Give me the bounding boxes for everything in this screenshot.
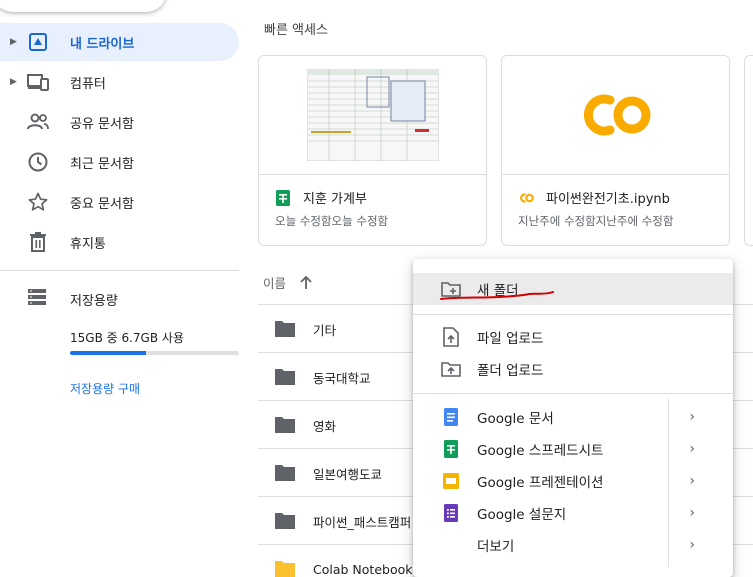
menu-item-label: Google 스프레드시트	[477, 443, 604, 459]
expand-arrow-icon[interactable]: ▶	[10, 77, 17, 87]
menu-item-google-sheets[interactable]: Google 스프레드시트 ›	[413, 433, 733, 465]
star-icon	[26, 190, 50, 214]
file-name: Colab Notebooks	[313, 561, 419, 577]
sidebar-item-starred[interactable]: 중요 문서함	[0, 183, 239, 221]
file-thumbnail	[502, 56, 729, 175]
computer-icon	[26, 70, 50, 94]
menu-item-google-docs[interactable]: Google 문서 ›	[413, 401, 733, 433]
file-thumbnail	[259, 56, 486, 175]
file-upload-icon	[441, 327, 461, 347]
sidebar-item-computers[interactable]: ▶ 컴퓨터	[0, 63, 239, 101]
file-name: 일본여행도쿄	[313, 466, 383, 482]
new-button[interactable]	[0, 0, 167, 12]
menu-item-label: 파일 업로드	[477, 331, 544, 347]
menu-item-label: 폴더 업로드	[477, 363, 544, 379]
sidebar-item-label: 휴지통	[70, 236, 106, 252]
file-name: 파이썬완전기초.ipynb	[546, 192, 670, 207]
colab-logo-icon	[583, 94, 650, 136]
storage-usage-text: 15GB 중 6.7GB 사용	[70, 331, 184, 345]
storage-icon	[27, 288, 47, 310]
sidebar-item-my-drive[interactable]: ▶ 내 드라이브	[0, 23, 239, 61]
file-name: 영화	[313, 418, 337, 434]
folder-icon	[275, 465, 295, 481]
forms-icon	[441, 503, 461, 523]
slides-icon	[441, 471, 461, 491]
chevron-right-icon: ›	[689, 409, 695, 425]
storage-label: 저장용량	[70, 293, 118, 309]
sidebar-item-label: 중요 문서함	[70, 196, 134, 212]
sidebar-item-storage[interactable]: 저장용량	[0, 283, 239, 315]
sheets-icon	[275, 189, 291, 206]
chevron-right-icon: ›	[689, 505, 695, 521]
trash-icon	[26, 230, 50, 254]
column-header-name[interactable]: 이름	[263, 273, 286, 292]
new-item-context-menu: 새 폴더 파일 업로드 폴더 업로드 Google 문서 › Google 스프…	[413, 259, 733, 577]
sidebar-item-label: 공유 문서함	[70, 116, 134, 132]
spreadsheet-thumbnail-image	[306, 69, 439, 161]
chevron-right-icon: ›	[689, 441, 695, 457]
menu-item-upload-file[interactable]: 파일 업로드	[413, 321, 733, 353]
buy-storage-link[interactable]: 저장용량 구매	[70, 380, 140, 397]
sidebar-item-label: 내 드라이브	[70, 36, 135, 52]
clock-icon	[26, 150, 50, 174]
folder-icon	[275, 561, 295, 577]
folder-icon	[275, 513, 295, 529]
sheets-icon	[441, 439, 461, 459]
file-name: 동국대학교	[313, 370, 371, 386]
file-name: 지훈 가계부	[303, 192, 367, 207]
menu-divider	[413, 393, 733, 394]
storage-progress-fill	[70, 351, 146, 355]
folder-icon	[275, 417, 295, 433]
folder-upload-icon	[441, 359, 461, 379]
sidebar-item-shared[interactable]: 공유 문서함	[0, 103, 239, 141]
menu-item-label: Google 설문지	[477, 507, 567, 523]
menu-item-label: 더보기	[477, 539, 515, 555]
menu-item-upload-folder[interactable]: 폴더 업로드	[413, 353, 733, 385]
folder-icon	[275, 369, 295, 385]
sidebar-item-recent[interactable]: 최근 문서함	[0, 143, 239, 181]
expand-arrow-icon[interactable]: ▶	[10, 37, 17, 47]
my-drive-icon	[26, 30, 50, 54]
menu-item-more[interactable]: 더보기 ›	[413, 529, 733, 561]
sidebar-item-label: 컴퓨터	[70, 76, 106, 92]
sidebar-item-label: 최근 문서함	[70, 156, 134, 172]
menu-item-label: Google 문서	[477, 411, 554, 427]
quick-access-card[interactable]: 지훈 가계부 오늘 수정함오늘 수정함	[258, 55, 487, 246]
menu-divider	[413, 314, 733, 315]
quick-access-card[interactable]	[744, 55, 753, 246]
quick-access-title: 빠른 액세스	[264, 23, 328, 38]
file-name: 파이썬_패스트캠퍼	[313, 514, 412, 530]
menu-item-label: Google 프레젠테이션	[477, 475, 604, 491]
arrow-up-icon[interactable]	[300, 275, 312, 290]
quick-access-card[interactable]: 파이썬완전기초.ipynb 지난주에 수정함지난주에 수정함	[501, 55, 730, 246]
menu-item-google-slides[interactable]: Google 프레젠테이션 ›	[413, 465, 733, 497]
chevron-right-icon: ›	[689, 473, 695, 489]
colab-icon	[518, 190, 534, 206]
docs-icon	[441, 407, 461, 427]
file-modified: 오늘 수정함오늘 수정함	[275, 214, 389, 228]
menu-item-google-forms[interactable]: Google 설문지 ›	[413, 497, 733, 529]
sidebar-divider	[0, 270, 239, 271]
sidebar-item-trash[interactable]: 휴지통	[0, 223, 239, 261]
shared-icon	[26, 110, 50, 134]
file-modified: 지난주에 수정함지난주에 수정함	[518, 214, 674, 228]
list-header-name[interactable]: 이름	[263, 273, 312, 292]
file-name: 기타	[313, 322, 337, 338]
storage-progress-bar	[70, 351, 239, 355]
folder-icon	[275, 321, 295, 337]
red-underline-annotation	[440, 291, 554, 300]
chevron-right-icon: ›	[689, 537, 695, 553]
